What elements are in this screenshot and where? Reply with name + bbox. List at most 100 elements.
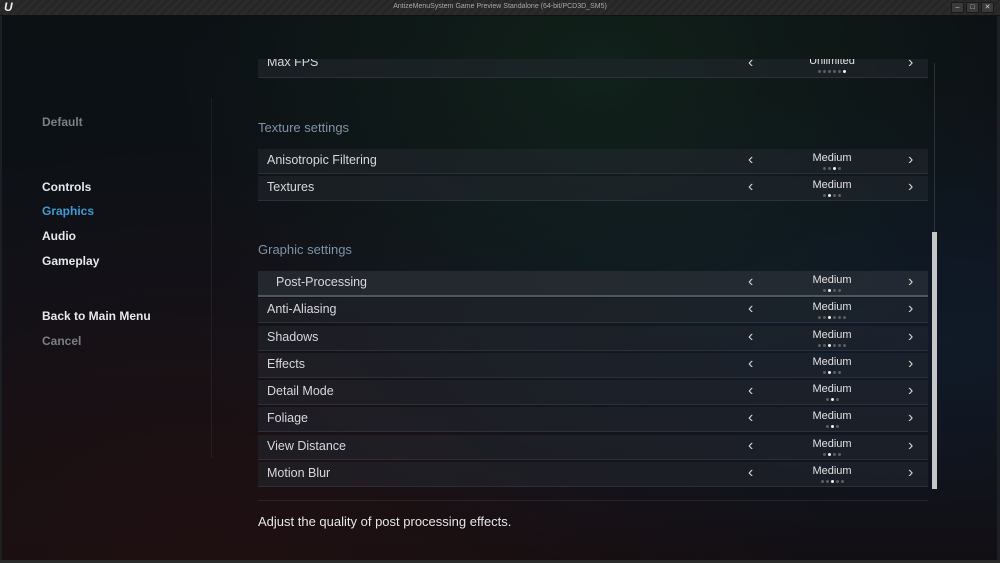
chevron-right-icon[interactable]: › [908, 410, 913, 426]
setting-row-anisotropic-filtering[interactable]: Anisotropic Filtering ‹ Medium › [258, 149, 928, 174]
setting-label: Post-Processing [276, 275, 368, 289]
option-dot [833, 344, 836, 347]
setting-value: Medium [812, 438, 852, 450]
chevron-left-icon[interactable]: ‹ [748, 465, 753, 481]
option-dot [838, 371, 841, 374]
option-dot [823, 289, 826, 292]
minimize-button[interactable]: – [951, 2, 964, 13]
setting-row-anti-aliasing[interactable]: Anti-Aliasing ‹ Medium › [258, 298, 928, 323]
option-dot [843, 344, 846, 347]
option-dot [833, 289, 836, 292]
window-controls: – □ ✕ [951, 2, 994, 13]
option-dot-active [828, 344, 831, 347]
option-dots [792, 194, 872, 197]
setting-label: Detail Mode [267, 384, 334, 398]
option-dot [818, 344, 821, 347]
option-dot [833, 453, 836, 456]
option-dot-active [843, 70, 846, 73]
option-dot [823, 194, 826, 197]
chevron-right-icon[interactable]: › [908, 301, 913, 317]
setting-row-detail-mode[interactable]: Detail Mode ‹ Medium › [258, 380, 928, 405]
chevron-left-icon[interactable]: ‹ [748, 274, 753, 290]
chevron-right-icon[interactable]: › [908, 152, 913, 168]
window-title: AntizeMenuSystem Game Preview Standalone… [393, 3, 607, 10]
back-to-main-menu-button[interactable]: Back to Main Menu [42, 309, 151, 323]
sidebar-item-controls[interactable]: Controls [42, 180, 91, 194]
setting-label: Motion Blur [267, 466, 331, 480]
setting-label: Textures [267, 180, 315, 194]
setting-row-post-processing[interactable]: Post-Processing ‹ Medium › [258, 271, 928, 297]
option-dot-active [830, 425, 834, 428]
chevron-left-icon[interactable]: ‹ [748, 59, 753, 71]
option-dots [792, 167, 872, 170]
sidebar-item-gameplay[interactable]: Gameplay [42, 254, 99, 268]
option-dot [818, 70, 821, 73]
description-divider [258, 500, 928, 501]
option-dot [823, 316, 826, 319]
chevron-right-icon[interactable]: › [908, 59, 913, 71]
chevron-right-icon[interactable]: › [908, 383, 913, 399]
option-dot-active [828, 316, 831, 319]
close-button[interactable]: ✕ [981, 2, 994, 13]
window-titlebar: U AntizeMenuSystem Game Preview Standalo… [0, 0, 1000, 16]
option-dot [828, 70, 831, 73]
option-dot [835, 480, 839, 483]
scrollbar-thumb[interactable] [932, 232, 937, 489]
chevron-left-icon[interactable]: ‹ [748, 356, 753, 372]
setting-row-foliage[interactable]: Foliage ‹ Medium › [258, 407, 928, 432]
option-dot [838, 194, 841, 197]
option-dot [838, 316, 841, 319]
option-dot [825, 480, 829, 483]
chevron-left-icon[interactable]: ‹ [748, 329, 753, 345]
chevron-left-icon[interactable]: ‹ [748, 301, 753, 317]
option-dots [792, 480, 872, 483]
option-dot [833, 194, 836, 197]
option-dots [792, 371, 872, 374]
setting-value: Medium [812, 465, 852, 477]
option-dots [792, 70, 872, 73]
option-dot [838, 70, 841, 73]
option-dot [838, 289, 841, 292]
sidebar-item-graphics[interactable]: Graphics [42, 204, 94, 218]
sidebar-item-audio[interactable]: Audio [42, 229, 76, 243]
option-dots [792, 453, 872, 456]
setting-label: Anti-Aliasing [267, 302, 337, 316]
default-button[interactable]: Default [42, 115, 83, 129]
option-dot [833, 371, 836, 374]
option-dot [843, 316, 846, 319]
chevron-right-icon[interactable]: › [908, 356, 913, 372]
setting-row-shadows[interactable]: Shadows ‹ Medium › [258, 326, 928, 351]
option-dot [840, 480, 844, 483]
setting-value: Medium [812, 274, 852, 286]
setting-row-textures[interactable]: Textures ‹ Medium › [258, 176, 928, 201]
setting-row-max-fps[interactable]: Max FPS ‹ Unlimited › [258, 59, 928, 78]
chevron-right-icon[interactable]: › [908, 465, 913, 481]
option-dot-active [833, 167, 836, 170]
chevron-left-icon[interactable]: ‹ [748, 152, 753, 168]
setting-row-view-distance[interactable]: View Distance ‹ Medium › [258, 435, 928, 460]
option-dot-active [828, 289, 831, 292]
chevron-right-icon[interactable]: › [908, 329, 913, 345]
setting-row-motion-blur[interactable]: Motion Blur ‹ Medium › [258, 462, 928, 487]
section-title-graphic: Graphic settings [258, 242, 352, 257]
option-dot-active [830, 398, 834, 401]
chevron-right-icon[interactable]: › [908, 179, 913, 195]
option-dots [792, 425, 872, 428]
chevron-left-icon[interactable]: ‹ [748, 410, 753, 426]
setting-row-effects[interactable]: Effects ‹ Medium › [258, 353, 928, 378]
maximize-button[interactable]: □ [966, 2, 979, 13]
option-dot [838, 453, 841, 456]
setting-label: Foliage [267, 411, 308, 425]
chevron-right-icon[interactable]: › [908, 438, 913, 454]
option-dots [792, 344, 872, 347]
chevron-right-icon[interactable]: › [908, 274, 913, 290]
chevron-left-icon[interactable]: ‹ [748, 438, 753, 454]
cancel-button[interactable]: Cancel [42, 334, 81, 348]
chevron-left-icon[interactable]: ‹ [748, 383, 753, 399]
option-dot [823, 70, 826, 73]
option-dots [792, 398, 872, 401]
option-dot-active [828, 194, 831, 197]
option-dot-active [828, 453, 831, 456]
chevron-left-icon[interactable]: ‹ [748, 179, 753, 195]
setting-value: Medium [812, 329, 852, 341]
